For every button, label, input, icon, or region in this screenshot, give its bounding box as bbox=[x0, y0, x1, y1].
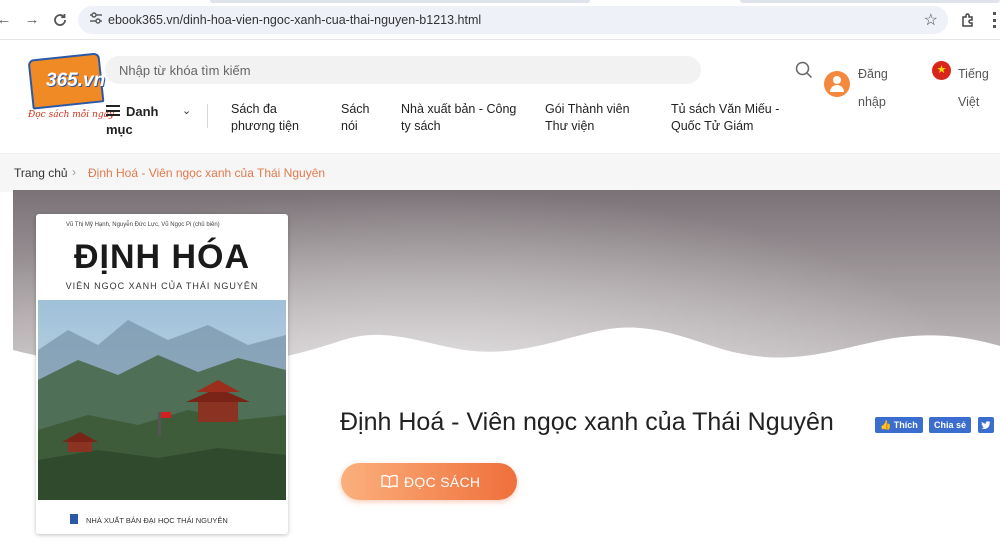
breadcrumb-separator: › bbox=[72, 165, 76, 179]
breadcrumb-home[interactable]: Trang chủ bbox=[14, 166, 68, 180]
url-text[interactable]: ebook365.vn/dinh-hoa-vien-ngoc-xanh-cua-… bbox=[108, 13, 481, 27]
kebab-menu-icon[interactable] bbox=[993, 12, 996, 28]
twitter-share-button[interactable] bbox=[978, 417, 994, 433]
open-book-icon bbox=[381, 474, 398, 488]
login-link[interactable]: Đăng nhập bbox=[858, 60, 908, 116]
tab-strip-hint bbox=[740, 0, 1000, 3]
share-label: Chia sẻ bbox=[934, 420, 967, 430]
nav-divider bbox=[207, 104, 208, 128]
search-icon[interactable] bbox=[795, 61, 813, 79]
logo-text: 365.vn bbox=[46, 70, 106, 91]
facebook-like-button[interactable]: 👍 Thích bbox=[875, 417, 923, 433]
star-icon[interactable]: ☆ bbox=[924, 10, 938, 30]
like-label: Thích bbox=[893, 420, 918, 430]
cover-publisher: NHÀ XUẤT BẢN ĐẠI HỌC THÁI NGUYÊN bbox=[86, 516, 228, 525]
facebook-share-button[interactable]: Chia sẻ bbox=[929, 417, 972, 433]
cover-photo-pagoda bbox=[38, 300, 286, 500]
cover-authors: Vũ Thị Mỹ Hạnh, Nguyễn Đức Lực, Vũ Ngọc … bbox=[66, 222, 220, 228]
reload-icon[interactable] bbox=[50, 10, 70, 30]
cover-title: ĐỊNH HÓA bbox=[73, 238, 251, 276]
category-menu-toggle[interactable]: Danh mục ⌄ bbox=[106, 100, 206, 140]
nav-item-membership[interactable]: Gói Thành viên Thư viện bbox=[545, 101, 653, 135]
read-book-label: ĐỌC SÁCH bbox=[404, 474, 481, 490]
book-title: Định Hoá - Viên ngọc xanh của Thái Nguyê… bbox=[340, 408, 834, 436]
nav-item-van-mieu-collection[interactable]: Tủ sách Văn Miếu - Quốc Tử Giám bbox=[671, 101, 811, 135]
puzzle-icon[interactable] bbox=[958, 10, 978, 30]
read-book-button[interactable]: ĐỌC SÁCH bbox=[341, 463, 517, 500]
vietnam-flag-icon[interactable]: ★ bbox=[932, 61, 951, 80]
language-selector[interactable]: Tiếng Việt bbox=[958, 60, 998, 116]
site-logo[interactable]: 365.vn Đọc sách mỗi ngày bbox=[26, 52, 114, 126]
logo-tagline: Đọc sách mỗi ngày bbox=[28, 110, 115, 120]
twitter-icon bbox=[981, 421, 991, 429]
chevron-down-icon: ⌄ bbox=[182, 105, 192, 117]
nav-item-publishers[interactable]: Nhà xuất bản - Công ty sách bbox=[401, 101, 521, 135]
nav-item-multimedia-books[interactable]: Sách đa phương tiện bbox=[231, 101, 323, 135]
breadcrumb-current: Định Hoá - Viên ngọc xanh của Thái Nguyê… bbox=[88, 166, 326, 180]
back-icon[interactable]: ← bbox=[0, 10, 14, 30]
site-settings-icon[interactable] bbox=[88, 11, 104, 27]
browser-toolbar: ← → ebook365.vn/dinh-hoa-vien-ngoc-xanh-… bbox=[0, 0, 1000, 40]
cover-subtitle: VIÊN NGỌC XANH CỦA THÁI NGUYÊN bbox=[65, 281, 259, 291]
search-input[interactable] bbox=[119, 56, 689, 84]
publisher-logo-icon bbox=[70, 514, 78, 524]
breadcrumb: Trang chủ › Định Hoá - Viên ngọc xanh củ… bbox=[0, 154, 1000, 192]
nav-item-audiobooks[interactable]: Sách nói bbox=[341, 101, 377, 135]
forward-icon[interactable]: → bbox=[22, 10, 42, 30]
category-menu-label: Danh mục bbox=[106, 104, 159, 137]
user-avatar-icon[interactable] bbox=[824, 71, 850, 97]
tab-strip-hint bbox=[210, 0, 590, 3]
search-box bbox=[105, 56, 701, 84]
address-bar[interactable]: ebook365.vn/dinh-hoa-vien-ngoc-xanh-cua-… bbox=[78, 6, 948, 34]
book-cover[interactable]: Vũ Thị Mỹ Hạnh, Nguyễn Đức Lực, Vũ Ngọc … bbox=[36, 214, 288, 534]
thumbs-up-icon: 👍 bbox=[880, 420, 892, 430]
